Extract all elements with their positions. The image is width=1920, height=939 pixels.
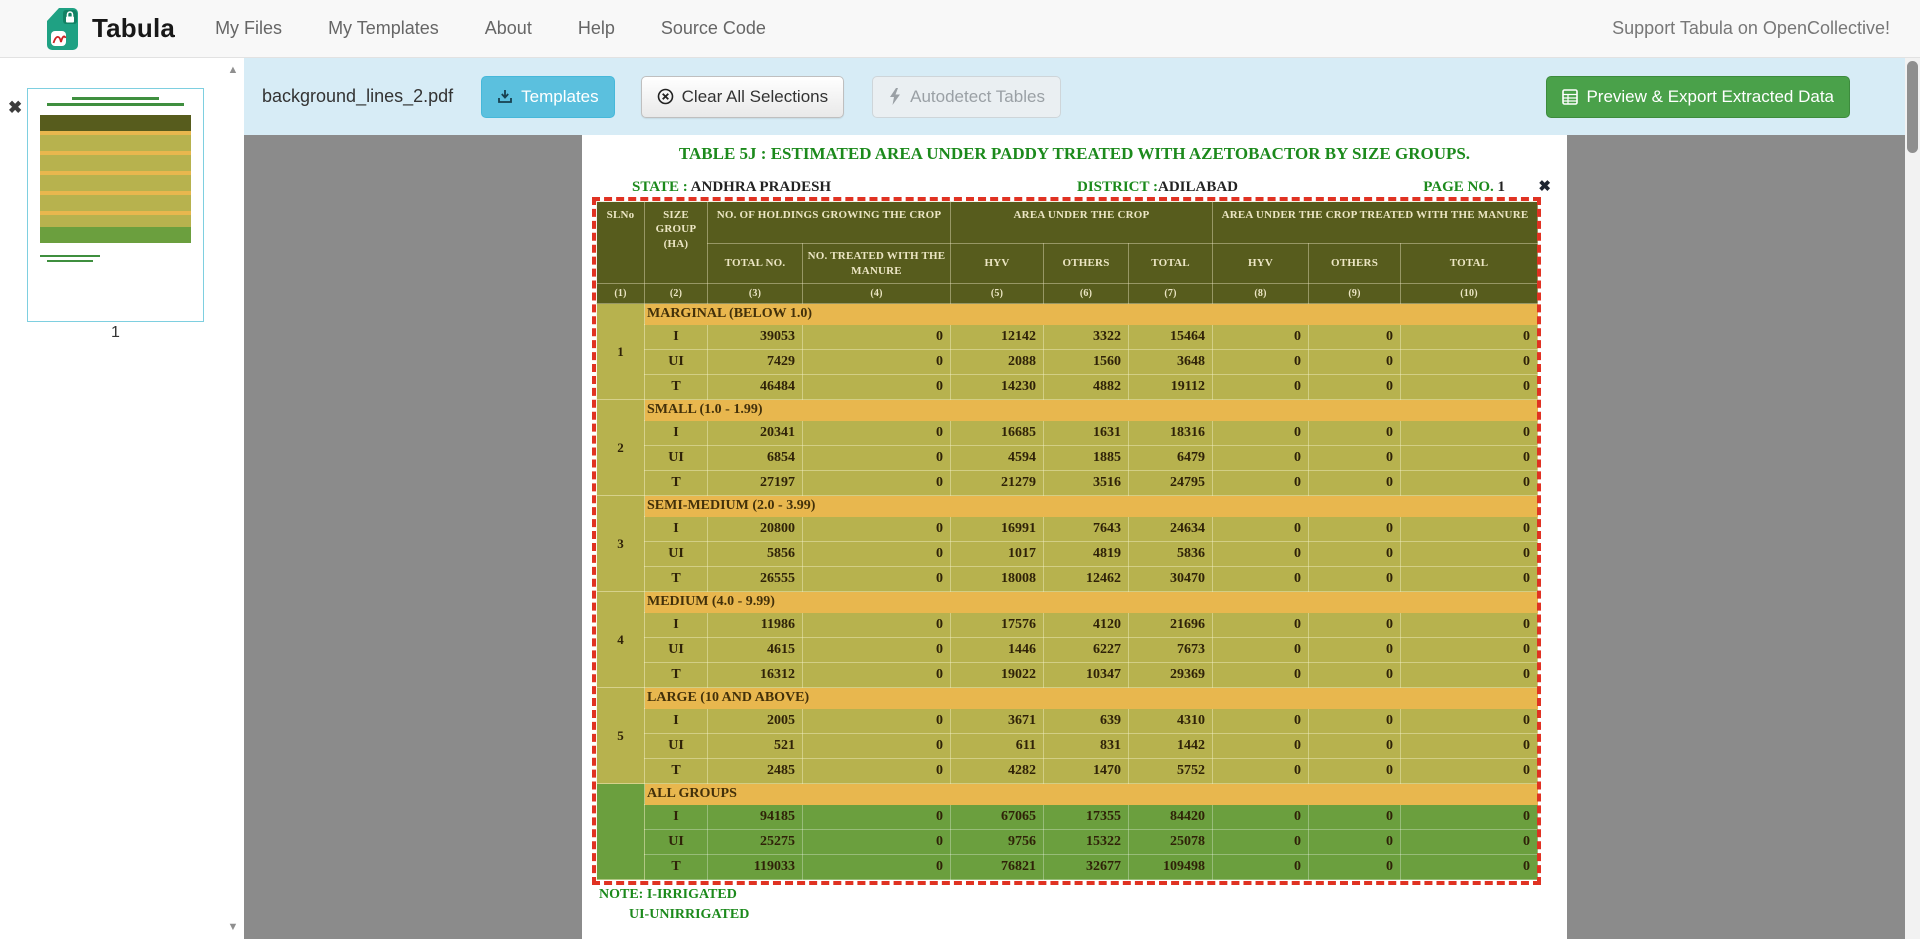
thumb-title-line <box>72 97 160 100</box>
pdf-table-title: TABLE 5J : ESTIMATED AREA UNDER PADDY TR… <box>582 144 1567 164</box>
district-label: DISTRICT : <box>1077 179 1158 195</box>
nav-source-code[interactable]: Source Code <box>661 18 766 39</box>
window-scrollbar[interactable] <box>1905 58 1920 939</box>
tabula-pdf-lock-logo-icon <box>42 7 82 51</box>
thumb-table-preview <box>40 115 191 243</box>
sidebar-scroll-down-icon[interactable]: ▼ <box>226 921 240 933</box>
autodetect-tables-button[interactable]: Autodetect Tables <box>872 76 1061 118</box>
pdf-state-line: STATE : ANDHRA PRADESH <box>632 179 831 196</box>
nav-help[interactable]: Help <box>578 18 615 39</box>
brand-title: Tabula <box>92 13 175 44</box>
flash-icon <box>888 88 902 105</box>
sidebar-scroll-up-icon[interactable]: ▲ <box>226 64 240 76</box>
state-value: ANDHRA PRADESH <box>691 179 831 195</box>
clear-button-label: Clear All Selections <box>682 87 828 107</box>
preview-export-button[interactable]: Preview & Export Extracted Data <box>1546 76 1850 118</box>
remove-circle-icon <box>657 88 674 105</box>
pageno-value: 1 <box>1498 179 1506 195</box>
nav-my-files[interactable]: My Files <box>215 18 282 39</box>
thumb-table-header <box>40 115 191 131</box>
nav-my-templates[interactable]: My Templates <box>328 18 439 39</box>
thumb-note-line <box>40 255 100 257</box>
page-thumbnail[interactable] <box>27 88 204 322</box>
toolbar: background_lines_2.pdf Templates Clear A… <box>244 58 1905 135</box>
pdf-page[interactable]: TABLE 5J : ESTIMATED AREA UNDER PADDY TR… <box>582 135 1567 939</box>
pdf-note-line2: UI-UNIRRIGATED <box>629 907 749 923</box>
window-scrollbar-thumb[interactable] <box>1907 61 1918 153</box>
clear-all-selections-button[interactable]: Clear All Selections <box>641 76 844 118</box>
support-link[interactable]: Support Tabula on OpenCollective! <box>1612 18 1890 39</box>
templates-button-label: Templates <box>521 87 598 107</box>
nav-about[interactable]: About <box>485 18 532 39</box>
templates-button[interactable]: Templates <box>481 76 614 118</box>
table-icon <box>1562 89 1578 105</box>
pdf-district-line: DISTRICT :ADILABAD <box>1077 179 1238 196</box>
pageno-label: PAGE NO. <box>1423 179 1494 195</box>
thumb-table-body <box>40 131 191 227</box>
autodetect-button-label: Autodetect Tables <box>910 87 1045 107</box>
navbar: Tabula My Files My Templates About Help … <box>0 0 1920 58</box>
district-value: ADILABAD <box>1158 179 1238 195</box>
state-label: STATE : <box>632 179 688 195</box>
thumb-note-line <box>47 260 93 262</box>
brand[interactable]: Tabula <box>42 7 175 51</box>
thumb-title-line <box>47 103 184 106</box>
pdf-viewer-canvas: TABLE 5J : ESTIMATED AREA UNDER PADDY TR… <box>244 135 1905 939</box>
page-thumbnail-sidebar: ✖ 1 ▲ ▼ <box>0 58 244 939</box>
thumb-table-footer <box>40 227 191 243</box>
page-number-label: 1 <box>27 324 204 342</box>
pdf-pageno-line: PAGE NO. 1 <box>1423 179 1505 196</box>
export-button-label: Preview & Export Extracted Data <box>1586 87 1834 107</box>
tabula-app: Tabula My Files My Templates About Help … <box>0 0 1920 939</box>
selection-close-icon[interactable]: ✖ <box>1538 177 1551 196</box>
pdf-note-line1: NOTE: I-IRRIGATED <box>599 887 737 903</box>
remove-page-icon[interactable]: ✖ <box>8 98 22 118</box>
table-selection-overlay[interactable] <box>592 197 1541 885</box>
open-filename: background_lines_2.pdf <box>262 86 453 107</box>
save-template-icon <box>497 89 513 105</box>
nav-links: My Files My Templates About Help Source … <box>215 18 766 39</box>
